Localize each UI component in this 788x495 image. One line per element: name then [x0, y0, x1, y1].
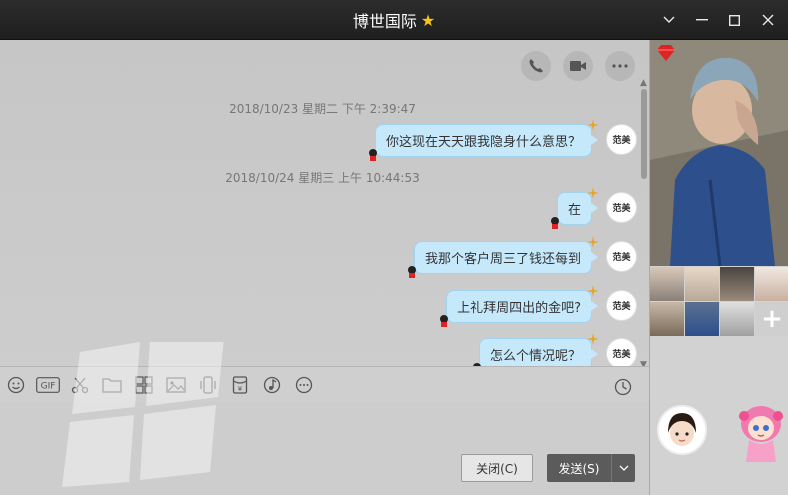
gif-label: GIF	[41, 381, 56, 391]
message-bubble[interactable]: 上礼拜周四出的金吧?	[440, 285, 599, 327]
thumbnail[interactable]	[755, 267, 788, 301]
message-text: 在	[567, 203, 581, 218]
message-row: 在 范美	[550, 187, 637, 229]
more-icon[interactable]	[288, 369, 320, 401]
avatar[interactable]: 范美	[606, 290, 637, 321]
windows-logo-watermark	[62, 342, 224, 487]
scroll-up-icon[interactable]: ▲	[640, 78, 647, 88]
profile-photo[interactable]	[650, 40, 788, 266]
message-text: 上礼拜周四出的金吧?	[457, 301, 581, 316]
avatar[interactable]: 范美	[606, 124, 637, 155]
sparkle-icon	[587, 236, 599, 248]
title-bar: 博世国际 ★	[0, 0, 788, 40]
window-controls	[652, 0, 784, 40]
sparkle-icon	[587, 285, 599, 297]
person-photo-illustration	[650, 40, 788, 266]
send-options-chevron-icon[interactable]	[611, 454, 635, 482]
thumbnail[interactable]	[685, 302, 719, 336]
chevron-down-icon[interactable]	[652, 0, 685, 40]
add-photo-button[interactable]: +	[755, 302, 788, 336]
chat-window: 博世国际 ★ 2018/10/23 星期二 下午 2:39:47 你这现在天天跟…	[0, 0, 788, 495]
close-button-label: 关闭(C)	[476, 461, 518, 476]
avatar[interactable]: 范美	[606, 241, 637, 272]
message-list[interactable]: 2018/10/23 星期二 下午 2:39:47 你这现在天天跟我隐身什么意思…	[0, 40, 649, 366]
close-window-button[interactable]	[751, 0, 784, 40]
message-bubble[interactable]: 怎么个情况呢？	[473, 333, 599, 366]
message-bubble[interactable]: 你这现在天天跟我隐身什么意思？	[368, 119, 599, 161]
message-timestamp: 2018/10/24 星期三 上午 10:44:53	[225, 171, 420, 185]
send-button[interactable]: 发送(S)	[547, 454, 635, 482]
scrollbar[interactable]: ▲ ▼	[640, 78, 648, 366]
video-icon[interactable]	[563, 51, 593, 81]
svg-text:¥: ¥	[238, 385, 243, 393]
contact-avatar[interactable]	[657, 405, 707, 455]
phone-icon[interactable]	[521, 51, 551, 81]
message-text: 你这现在天天跟我隐身什么意思？	[385, 135, 581, 150]
message-row: 上礼拜周四出的金吧? 范美	[440, 285, 637, 327]
clock-icon[interactable]	[607, 371, 639, 403]
send-button-label: 发送(S)	[558, 461, 600, 476]
diamond-icon	[657, 45, 675, 61]
message-text: 我那个客户周三了钱还每到	[424, 252, 581, 267]
profile-panel: +	[649, 40, 788, 495]
message-timestamp: 2018/10/23 星期二 下午 2:39:47	[229, 102, 416, 116]
music-icon[interactable]	[256, 369, 288, 401]
minimize-button[interactable]	[685, 0, 718, 40]
emoji-icon[interactable]	[0, 369, 32, 401]
message-bubble[interactable]: 我那个客户周三了钱还每到	[407, 236, 599, 278]
thumbnail[interactable]	[720, 267, 754, 301]
maximize-button[interactable]	[718, 0, 751, 40]
avatar[interactable]: 范美	[606, 338, 637, 366]
message-row: 你这现在天天跟我隐身什么意思？ 范美	[368, 119, 637, 161]
sticker-icon	[440, 315, 449, 327]
sticker-icon	[368, 149, 377, 161]
cartoon-girl-avatar-icon	[659, 407, 705, 453]
more-icon[interactable]	[605, 51, 635, 81]
sparkle-icon	[587, 187, 599, 199]
window-title: 博世国际	[352, 12, 417, 31]
avatar[interactable]: 范美	[606, 192, 637, 223]
message-row: 我那个客户周三了钱还每到 范美	[407, 236, 637, 278]
sparkle-icon	[587, 333, 599, 345]
sparkle-icon	[587, 119, 599, 131]
message-row: 怎么个情况呢？ 范美	[473, 333, 637, 366]
cartoon-mascot-icon	[739, 406, 783, 462]
message-input[interactable]: 关闭(C) 发送(S)	[0, 342, 649, 495]
sticker-icon	[407, 266, 416, 278]
thumbnail[interactable]	[650, 267, 684, 301]
message-text: 怎么个情况呢？	[489, 349, 581, 364]
close-button[interactable]: 关闭(C)	[461, 454, 533, 482]
thumbnail[interactable]	[685, 267, 719, 301]
star-icon: ★	[420, 10, 436, 30]
scroll-thumb[interactable]	[641, 89, 647, 179]
photo-thumbnails: +	[650, 267, 788, 336]
call-toolbar	[521, 51, 635, 81]
message-bubble[interactable]: 在	[550, 187, 599, 229]
thumbnail[interactable]	[720, 302, 754, 336]
thumbnail[interactable]	[650, 302, 684, 336]
sticker-icon	[550, 217, 559, 229]
